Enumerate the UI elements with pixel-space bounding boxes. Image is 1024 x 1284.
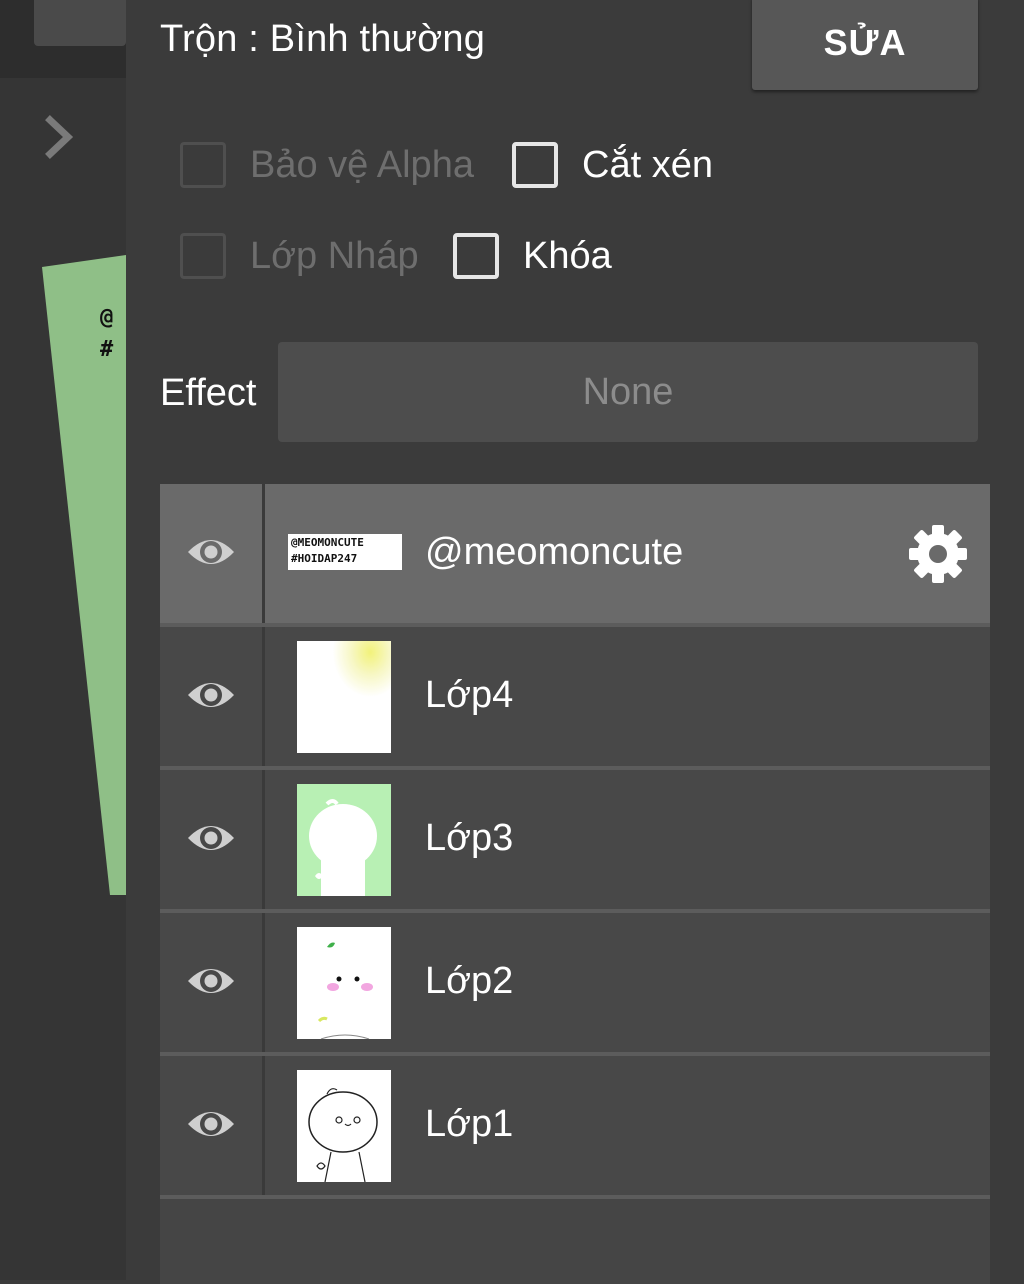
lock-label: Khóa <box>523 234 612 277</box>
eye-icon[interactable] <box>186 677 236 713</box>
lock-option[interactable]: Khóa <box>453 233 612 279</box>
visibility-toggle[interactable] <box>160 484 262 623</box>
layer-thumbnail <box>297 1070 391 1182</box>
alpha-protect-option[interactable]: Bảo vệ Alpha <box>180 142 474 188</box>
clipping-checkbox[interactable] <box>512 142 558 188</box>
layer-row-lop2[interactable]: Lớp2 <box>160 913 990 1052</box>
alpha-protect-checkbox[interactable] <box>180 142 226 188</box>
row-divider <box>262 913 265 1052</box>
layer-name: Lớp1 <box>425 1103 514 1145</box>
left-toolbar <box>0 0 126 78</box>
visibility-toggle[interactable] <box>160 913 262 1052</box>
eye-icon[interactable] <box>186 820 236 856</box>
draft-layer-checkbox[interactable] <box>180 233 226 279</box>
layer-thumbnail <box>297 784 391 896</box>
layer-row-lop1[interactable]: Lớp1 <box>160 1056 990 1195</box>
eye-icon[interactable] <box>186 963 236 999</box>
clipping-option[interactable]: Cắt xén <box>512 142 713 188</box>
row-divider <box>262 770 265 909</box>
eye-icon[interactable] <box>186 534 236 570</box>
chevron-right-icon[interactable] <box>40 112 80 162</box>
eye-icon[interactable] <box>186 1106 236 1142</box>
effect-label: Effect <box>160 372 257 414</box>
thumb-text: @MEOMONCUTE <box>291 536 364 549</box>
draft-layer-label: Lớp Nháp <box>250 234 419 277</box>
canvas-text-line: # <box>100 337 114 362</box>
gear-icon[interactable] <box>908 524 968 584</box>
thumb-text: #HOIDAP247 <box>291 552 358 565</box>
row-divider <box>262 1056 265 1195</box>
alpha-protect-label: Bảo vệ Alpha <box>250 143 474 186</box>
visibility-toggle[interactable] <box>160 627 262 766</box>
edit-button[interactable]: SỬA <box>752 0 978 90</box>
canvas-area: @ # <box>0 0 126 1280</box>
layer-name: Lớp4 <box>425 674 514 716</box>
effect-select[interactable]: None <box>278 342 978 442</box>
row-divider <box>262 627 265 766</box>
canvas-text-line: @ <box>100 305 114 330</box>
layer-name: @meomoncute <box>425 531 684 573</box>
toolbar-button[interactable] <box>34 0 126 46</box>
row-separator <box>160 1195 990 1199</box>
visibility-toggle[interactable] <box>160 770 262 909</box>
layer-list: @MEOMONCUTE #HOIDAP247 @meomoncute Lớp4 … <box>160 484 990 1284</box>
canvas-text: @ # <box>100 302 113 366</box>
layer-thumbnail <box>297 927 391 1039</box>
layer-name: Lớp3 <box>425 817 514 859</box>
layer-thumbnail: @MEOMONCUTE #HOIDAP247 <box>288 534 402 570</box>
layer-row-lop4[interactable]: Lớp4 <box>160 627 990 766</box>
layer-thumbnail <box>297 641 391 753</box>
blend-mode-label[interactable]: Trộn : Bình thường <box>160 18 485 61</box>
lock-checkbox[interactable] <box>453 233 499 279</box>
clipping-label: Cắt xén <box>582 143 713 186</box>
row-divider <box>262 484 265 623</box>
layer-row-meomoncute[interactable]: @MEOMONCUTE #HOIDAP247 @meomoncute <box>160 484 990 623</box>
draft-layer-option[interactable]: Lớp Nháp <box>180 233 419 279</box>
layer-panel: Trộn : Bình thường SỬA Bảo vệ Alpha Cắt … <box>126 0 1024 1284</box>
layer-row-lop3[interactable]: Lớp3 <box>160 770 990 909</box>
visibility-toggle[interactable] <box>160 1056 262 1195</box>
layer-name: Lớp2 <box>425 960 514 1002</box>
